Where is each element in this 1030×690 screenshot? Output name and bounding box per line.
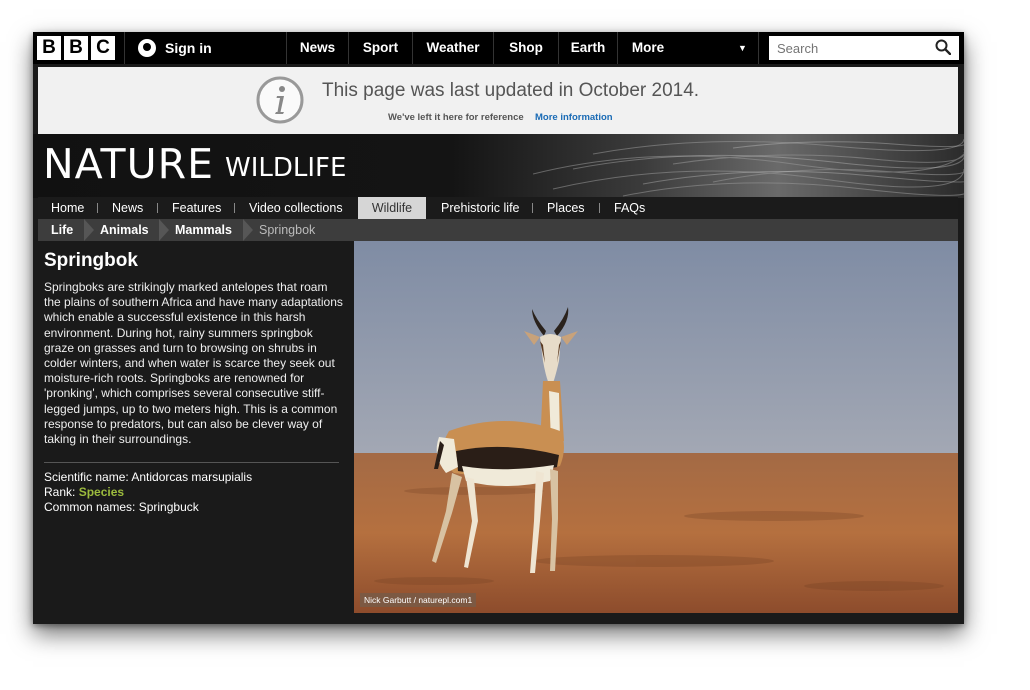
subnav-home[interactable]: Home [51, 197, 84, 219]
subnav-wildlife[interactable]: Wildlife [358, 197, 426, 219]
search-icon[interactable] [935, 39, 951, 55]
page-title: Springbok [44, 250, 138, 271]
breadcrumb-separator [159, 219, 169, 241]
search-box [769, 36, 959, 60]
subnav-faqs[interactable]: FAQs [614, 197, 645, 219]
bbc-logo-letter: C [91, 36, 115, 60]
subnav-video-collections[interactable]: Video collections [249, 197, 343, 219]
divider [44, 462, 339, 463]
breadcrumb-current: Springbok [259, 223, 316, 237]
subnav-news[interactable]: News [112, 197, 143, 219]
divider [758, 32, 759, 64]
nav-sport[interactable]: Sport [349, 32, 412, 64]
common-names-label: Common names: [44, 500, 139, 515]
breadcrumb-mammals[interactable]: Mammals [175, 219, 232, 241]
nav-weather[interactable]: Weather [413, 32, 493, 64]
common-names-value: Springbuck [138, 500, 199, 515]
springbok-image [354, 241, 958, 613]
browser-frame: B B C Sign in News Sport Weather Shop Ea… [33, 32, 964, 624]
subnav-prehistoric-life[interactable]: Prehistoric life [441, 197, 520, 219]
search-input[interactable] [775, 36, 929, 60]
sign-in-link[interactable]: Sign in [138, 32, 212, 64]
rank-link[interactable]: Species [79, 485, 124, 499]
nav-more[interactable]: More [618, 32, 678, 64]
sign-in-label: Sign in [165, 40, 212, 56]
photo-credit: Nick Garbutt / naturepl.com1 [360, 593, 477, 607]
brand-title[interactable]: NATURE [43, 140, 214, 188]
more-information-link[interactable]: More information [535, 112, 613, 123]
notice-message: This page was last updated in October 20… [322, 80, 700, 101]
breadcrumb-animals[interactable]: Animals [100, 219, 149, 241]
fur-texture-image [533, 138, 964, 197]
bbc-global-nav: B B C Sign in News Sport Weather Shop Ea… [33, 32, 964, 64]
section-nav: Home News Features Video collections Wil… [38, 197, 958, 219]
scientific-name-row: Scientific name: Antidorcas marsupialis [44, 470, 252, 485]
article-panel: Springbok Springboks are strikingly mark… [38, 241, 354, 624]
divider [599, 203, 600, 213]
nav-earth[interactable]: Earth [559, 32, 617, 64]
info-icon [256, 76, 304, 124]
bbc-logo-letter: B [64, 36, 88, 60]
divider [532, 203, 533, 213]
divider [124, 32, 125, 64]
article-description: Springboks are strikingly marked antelop… [44, 280, 343, 447]
breadcrumb-separator [84, 219, 94, 241]
bbc-logo[interactable]: B B C [37, 36, 115, 60]
rank-row: Rank: Species [44, 485, 252, 500]
breadcrumb: Life Animals Mammals Springbok [38, 219, 958, 241]
facts-list: Scientific name: Antidorcas marsupialis … [44, 470, 252, 516]
notice-subtext: We've left it here for reference [388, 112, 524, 123]
user-icon [138, 39, 156, 57]
subnav-features[interactable]: Features [172, 197, 221, 219]
springbok-photo: Nick Garbutt / naturepl.com1 [354, 241, 958, 613]
scientific-name-value: Antidorcas marsupialis [131, 470, 253, 484]
chevron-down-icon[interactable]: ▼ [738, 43, 747, 53]
divider [97, 203, 98, 213]
divider [234, 203, 235, 213]
archive-notice: This page was last updated in October 20… [38, 67, 958, 135]
breadcrumb-separator [243, 219, 253, 241]
common-names-row: Common names: Springbuck [44, 500, 252, 515]
nav-news[interactable]: News [287, 32, 348, 64]
subnav-places[interactable]: Places [547, 197, 585, 219]
rank-label: Rank: [44, 485, 79, 500]
scientific-name-label: Scientific name: [44, 470, 132, 484]
bbc-logo-letter: B [37, 36, 61, 60]
divider [157, 203, 158, 213]
breadcrumb-life[interactable]: Life [51, 219, 73, 241]
section-title[interactable]: WILDLIFE [225, 153, 346, 183]
section-header: NATURE WILDLIFE [33, 134, 964, 198]
nav-shop[interactable]: Shop [494, 32, 558, 64]
